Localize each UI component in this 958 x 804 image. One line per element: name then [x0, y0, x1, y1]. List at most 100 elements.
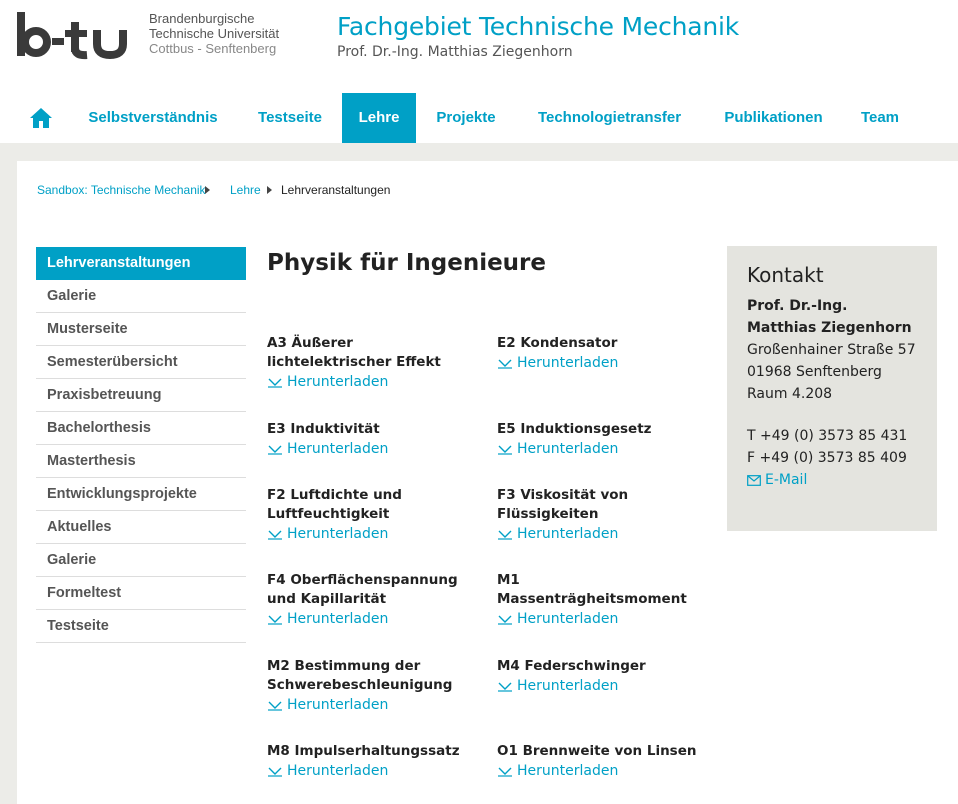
- sidebar-item-musterseite[interactable]: Musterseite: [36, 313, 246, 346]
- download-icon: [498, 445, 512, 455]
- experiment-title: A3 Äußerer lichtelektrischer Effekt: [267, 335, 441, 370]
- experiment-item: F2 Luftdichte und Luftfeuchtigkeit Herun…: [267, 486, 482, 544]
- download-icon: [268, 767, 282, 777]
- download-link[interactable]: Herunterladen: [267, 761, 482, 781]
- breadcrumb-item-sandbox[interactable]: Sandbox: Technische Mechanik: [37, 183, 206, 197]
- download-label: Herunterladen: [287, 697, 389, 713]
- download-link[interactable]: Herunterladen: [497, 676, 712, 696]
- experiment-title: E2 Kondensator: [497, 335, 618, 351]
- download-icon: [498, 359, 512, 369]
- nav-item-lehre[interactable]: Lehre: [342, 93, 416, 143]
- download-label: Herunterladen: [287, 526, 389, 542]
- download-icon: [268, 530, 282, 540]
- contact-room: Raum 4.208: [747, 386, 833, 402]
- download-link[interactable]: Herunterladen: [267, 695, 482, 715]
- download-icon: [498, 767, 512, 777]
- breadcrumb-item-lehre[interactable]: Lehre: [230, 183, 261, 197]
- sidebar-item-entwicklungsprojekte[interactable]: Entwicklungsprojekte: [36, 478, 246, 511]
- sidebar-item-praxisbetreuung[interactable]: Praxisbetreuung: [36, 379, 246, 412]
- sidebar-item-masterthesis[interactable]: Masterthesis: [36, 445, 246, 478]
- experiment-item: M1 Massenträgheitsmoment Herunterladen: [497, 571, 712, 629]
- experiment-title: M4 Federschwinger: [497, 658, 646, 674]
- contact-spacer: [747, 405, 937, 425]
- sidebar-item-formeltest[interactable]: Formeltest: [36, 577, 246, 610]
- download-link[interactable]: Herunterladen: [267, 524, 482, 544]
- sidebar-item-testseite[interactable]: Testseite: [36, 610, 246, 643]
- download-link[interactable]: Herunterladen: [497, 761, 712, 781]
- nav-item-testseite[interactable]: Testseite: [239, 93, 341, 143]
- sidebar-item-galerie-2[interactable]: Galerie: [36, 544, 246, 577]
- experiment-item: E5 Induktionsgesetz Herunterladen: [497, 420, 712, 459]
- experiment-item: O1 Brennweite von Linsen Herunterladen: [497, 742, 712, 781]
- university-line-2: Technische Universität: [149, 26, 280, 41]
- experiment-title: F3 Viskosität von Flüssigkeiten: [497, 487, 629, 522]
- email-label: E-Mail: [765, 472, 808, 488]
- contact-name-line1: Prof. Dr.-Ing.: [747, 298, 848, 314]
- sidebar-item-bachelorthesis[interactable]: Bachelorthesis: [36, 412, 246, 445]
- site-header: Brandenburgische Technische Universität …: [0, 0, 958, 143]
- site-title[interactable]: Fachgebiet Technische Mechanik: [337, 12, 739, 41]
- experiment-title: M1 Massenträgheitsmoment: [497, 572, 687, 607]
- download-link[interactable]: Herunterladen: [497, 524, 712, 544]
- university-line-3: Cottbus - Senftenberg: [149, 41, 277, 56]
- download-link[interactable]: Herunterladen: [267, 439, 482, 459]
- experiment-item: M4 Federschwinger Herunterladen: [497, 657, 712, 696]
- download-icon: [268, 378, 282, 388]
- university-name: Brandenburgische Technische Universität …: [149, 11, 279, 56]
- nav-item-selbstverstaendnis[interactable]: Selbstverständnis: [67, 93, 239, 143]
- experiment-item: A3 Äußerer lichtelektrischer Effekt Heru…: [267, 334, 482, 392]
- download-label: Herunterladen: [517, 763, 619, 779]
- experiment-item: E3 Induktivität Herunterladen: [267, 420, 482, 459]
- download-icon: [498, 682, 512, 692]
- download-label: Herunterladen: [517, 611, 619, 627]
- sidebar-item-lehrveranstaltungen[interactable]: Lehrveranstaltungen: [36, 247, 246, 280]
- nav-item-team[interactable]: Team: [843, 93, 917, 143]
- download-label: Herunterladen: [517, 526, 619, 542]
- download-icon: [268, 615, 282, 625]
- nav-item-publikationen[interactable]: Publikationen: [704, 93, 843, 143]
- page-title: Physik für Ingenieure: [267, 250, 546, 276]
- experiment-title: M2 Bestimmung der Schwerebeschleunigung: [267, 658, 453, 693]
- experiment-title: F2 Luftdichte und Luftfeuchtigkeit: [267, 487, 402, 522]
- contact-name-line2: Matthias Ziegenhorn: [747, 320, 912, 336]
- download-label: Herunterladen: [517, 441, 619, 457]
- download-link[interactable]: Herunterladen: [497, 353, 712, 373]
- contact-email-link[interactable]: E-Mail: [747, 469, 937, 491]
- download-label: Herunterladen: [287, 763, 389, 779]
- download-link[interactable]: Herunterladen: [497, 609, 712, 629]
- download-label: Herunterladen: [287, 611, 389, 627]
- experiment-item: M8 Impulserhaltungssatz Herunterladen: [267, 742, 482, 781]
- breadcrumb-item-current: Lehrveranstaltungen: [281, 183, 391, 197]
- download-link[interactable]: Herunterladen: [267, 372, 482, 392]
- sidebar-item-aktuelles[interactable]: Aktuelles: [36, 511, 246, 544]
- experiment-title: O1 Brennweite von Linsen: [497, 743, 697, 759]
- download-link[interactable]: Herunterladen: [497, 439, 712, 459]
- experiment-title: E5 Induktionsgesetz: [497, 421, 652, 437]
- download-icon: [498, 615, 512, 625]
- university-line-1: Brandenburgische: [149, 11, 255, 26]
- download-icon: [268, 701, 282, 711]
- experiment-item: F3 Viskosität von Flüssigkeiten Herunter…: [497, 486, 712, 544]
- home-icon[interactable]: [29, 107, 53, 129]
- download-label: Herunterladen: [287, 441, 389, 457]
- download-icon: [268, 445, 282, 455]
- download-label: Herunterladen: [517, 355, 619, 371]
- nav-item-technologietransfer[interactable]: Technologietransfer: [515, 93, 704, 143]
- contact-street: Großenhainer Straße 57: [747, 342, 916, 358]
- download-label: Herunterladen: [287, 374, 389, 390]
- experiment-title: E3 Induktivität: [267, 421, 380, 437]
- sidebar-item-semesteruebersicht[interactable]: Semesterübersicht: [36, 346, 246, 379]
- envelope-icon: [747, 474, 761, 486]
- experiment-title: M8 Impulserhaltungssatz: [267, 743, 460, 759]
- contact-fax: F +49 (0) 3573 85 409: [747, 450, 907, 466]
- download-icon: [498, 530, 512, 540]
- download-link[interactable]: Herunterladen: [267, 609, 482, 629]
- contact-title: Kontakt: [747, 263, 824, 287]
- nav-item-projekte[interactable]: Projekte: [417, 93, 515, 143]
- experiment-title: F4 Oberflächenspannung und Kapillarität: [267, 572, 458, 607]
- btu-logo[interactable]: [17, 10, 137, 60]
- site-subtitle: Prof. Dr.-Ing. Matthias Ziegenhorn: [337, 44, 573, 60]
- main-nav: Selbstverständnis Testseite Lehre Projek…: [0, 93, 958, 143]
- download-label: Herunterladen: [517, 678, 619, 694]
- sidebar-item-galerie[interactable]: Galerie: [36, 280, 246, 313]
